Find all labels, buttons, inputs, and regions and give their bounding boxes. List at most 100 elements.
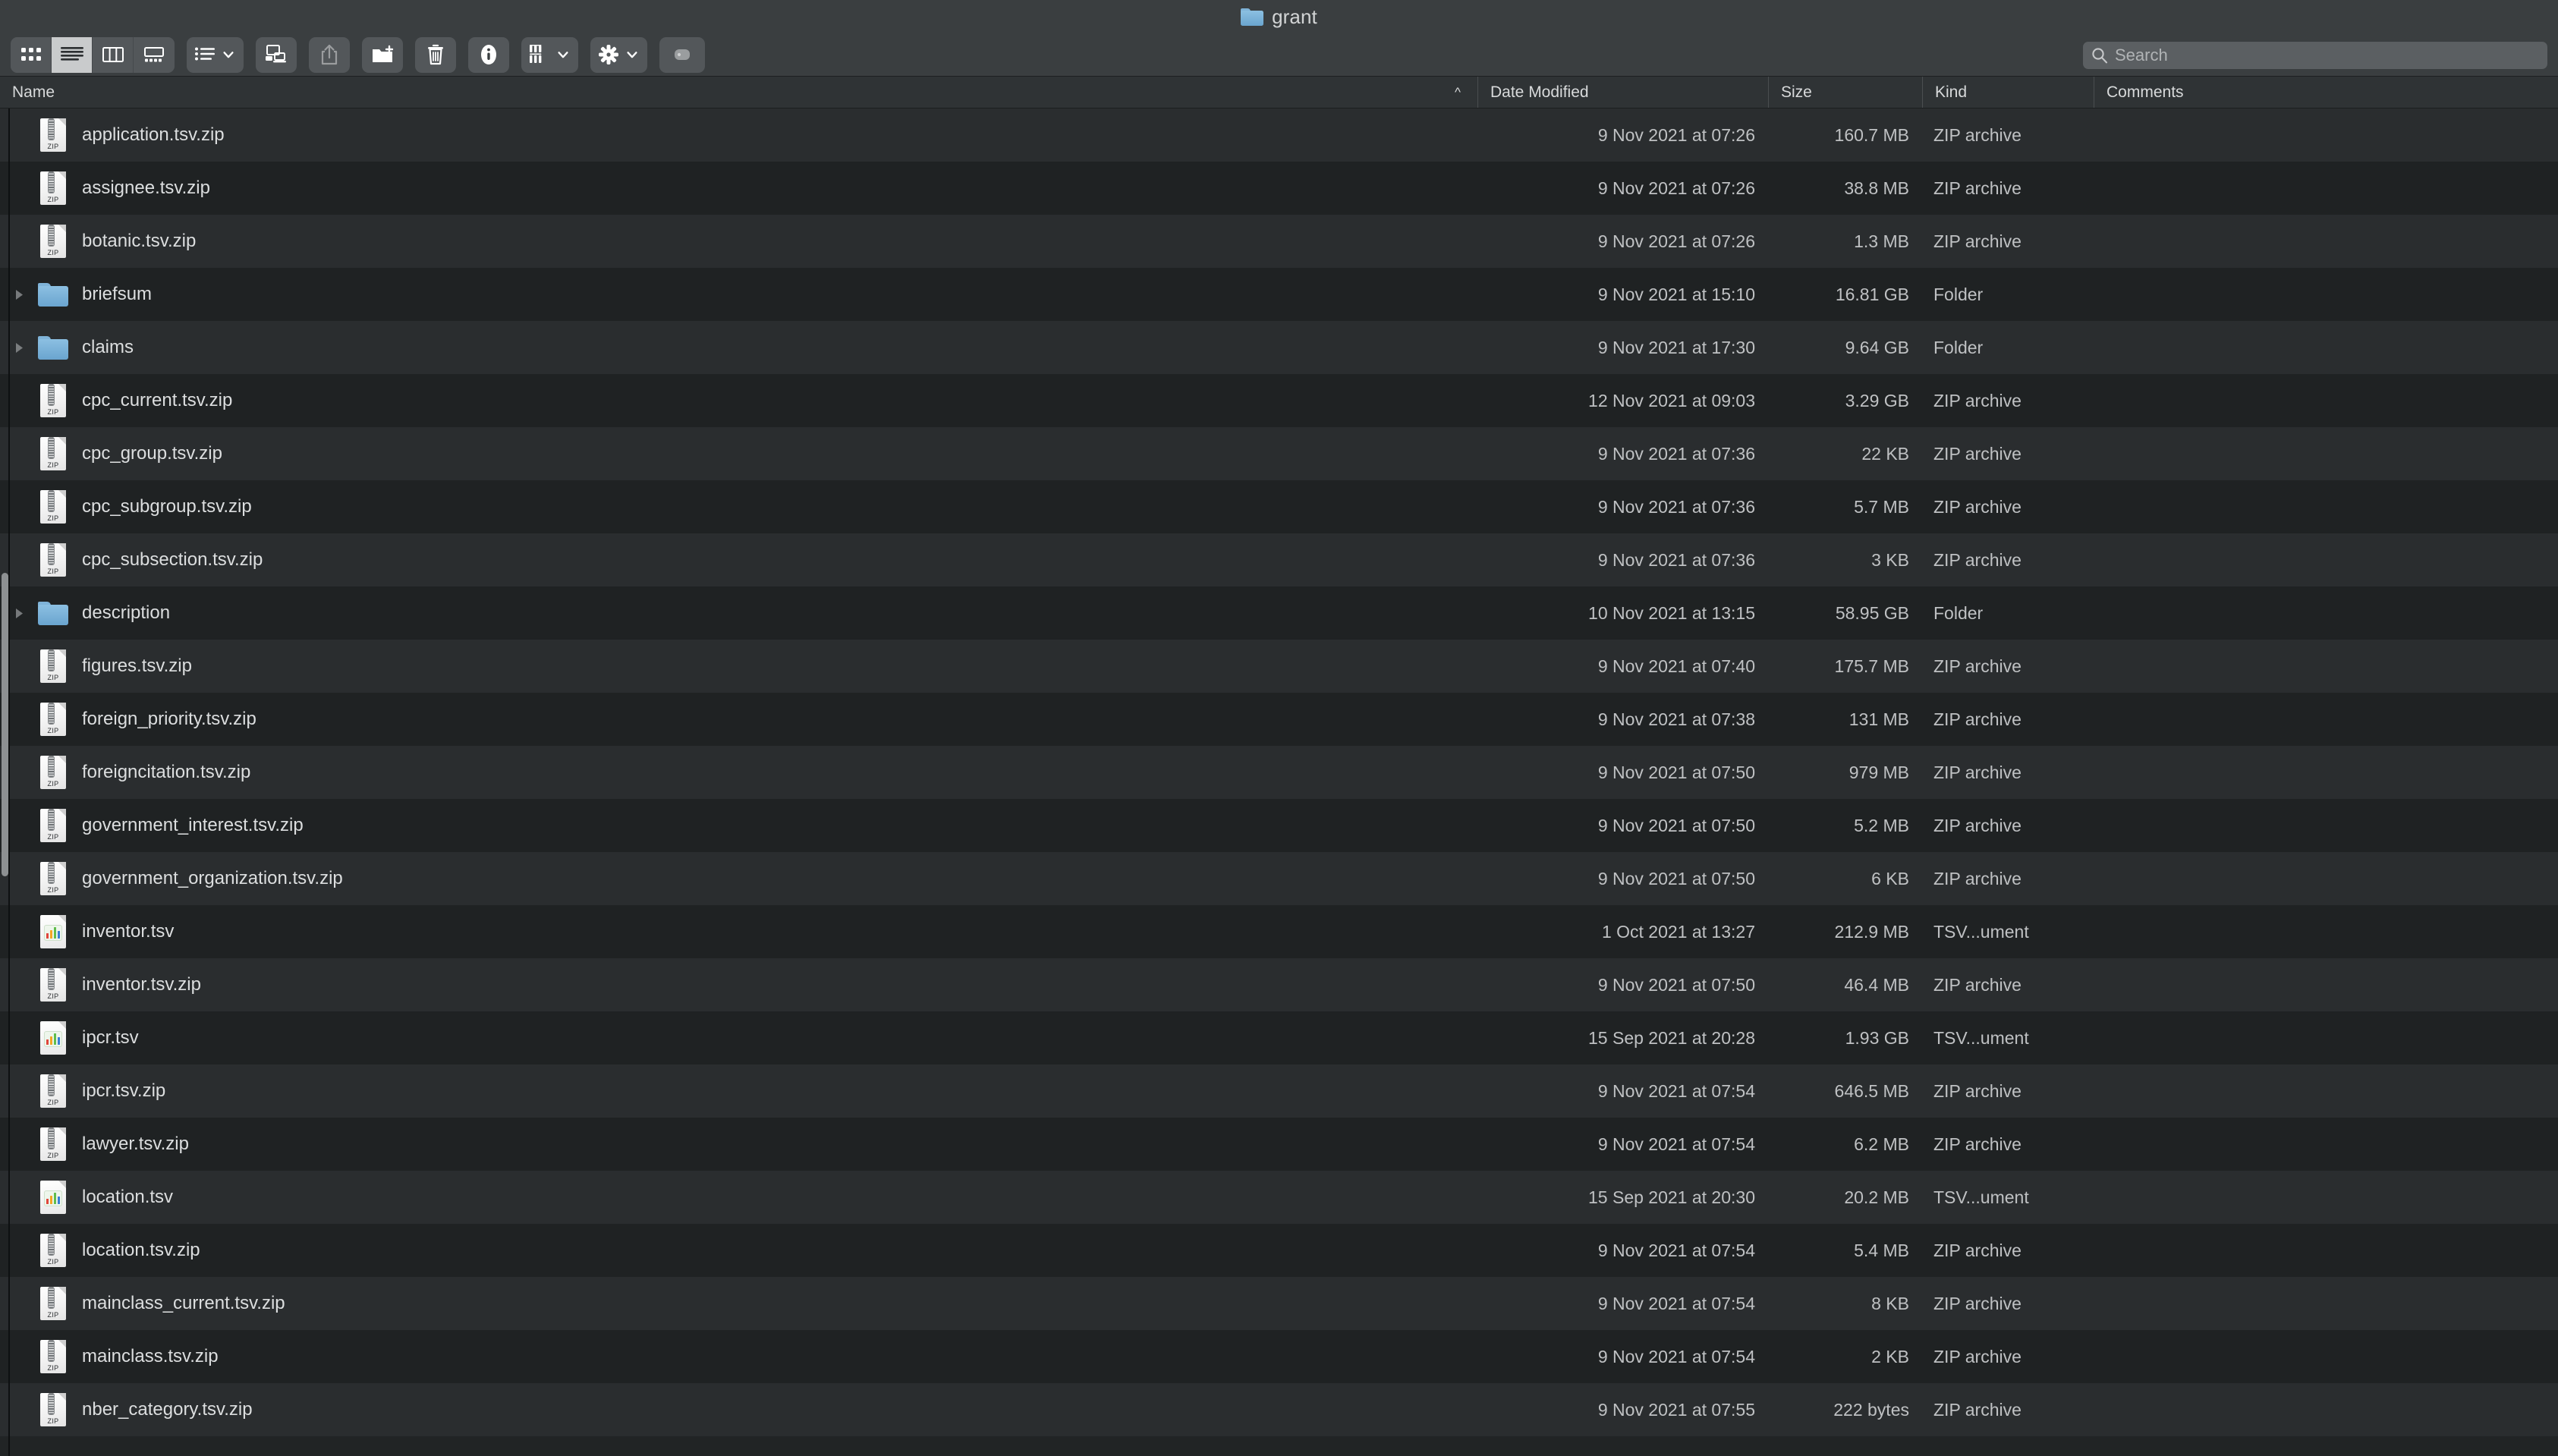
- kind-label: Folder: [1933, 602, 1984, 623]
- table-row[interactable]: ZIP foreigncitation.tsv.zip 9 Nov 2021 at …: [0, 746, 2558, 799]
- file-name-cell[interactable]: ZIP location.tsv.zip: [0, 1224, 1478, 1277]
- table-row[interactable]: ZIP cpc_current.tsv.zip 12 Nov 2021 at 09:…: [0, 374, 2558, 427]
- table-row[interactable]: ZIP cpc_subgroup.tsv.zip 9 Nov 2021 at 07:…: [0, 480, 2558, 533]
- column-header-name[interactable]: Name ^: [0, 77, 1478, 108]
- table-row[interactable]: claims 9 Nov 2021 at 17:30 9.64 GB Folder: [0, 321, 2558, 374]
- file-name-cell[interactable]: ZIP cpc_subgroup.tsv.zip: [0, 480, 1478, 533]
- airdrop-button[interactable]: [256, 36, 297, 73]
- date-modified-label: 9 Nov 2021 at 07:54: [1597, 1346, 1755, 1366]
- table-row[interactable]: ZIP assignee.tsv.zip 9 Nov 2021 at 07:26 38…: [0, 162, 2558, 215]
- search-field[interactable]: [2083, 42, 2547, 69]
- table-row[interactable]: briefsum 9 Nov 2021 at 15:10 16.81 GB Folde…: [0, 268, 2558, 321]
- file-name-cell[interactable]: inventor.tsv: [0, 905, 1478, 958]
- table-row[interactable]: ZIP nber_category.tsv.zip 9 Nov 2021 at 07…: [0, 1383, 2558, 1436]
- file-name-cell[interactable]: ZIP ipcr.tsv.zip: [0, 1064, 1478, 1118]
- file-icon: ZIP: [32, 1074, 74, 1108]
- table-row[interactable]: ZIP lawyer.tsv.zip 9 Nov 2021 at 07:54 6.2 …: [0, 1118, 2558, 1171]
- file-name-cell[interactable]: ZIP inventor.tsv.zip: [0, 958, 1478, 1011]
- icon-view-button[interactable]: [11, 36, 52, 73]
- file-icon: ZIP: [32, 437, 74, 470]
- table-row[interactable]: ZIP ipcr.tsv.zip 9 Nov 2021 at 07:54 646.5 …: [0, 1064, 2558, 1118]
- size-cell: 20.2 MB: [1769, 1171, 1923, 1224]
- file-name-cell[interactable]: ZIP foreigncitation.tsv.zip: [0, 746, 1478, 799]
- arrange-button[interactable]: [521, 36, 578, 73]
- file-name-cell[interactable]: ZIP nber_category.tsv.zip: [0, 1383, 1478, 1436]
- disclosure-triangle[interactable]: [6, 586, 32, 640]
- column-header-kind[interactable]: Kind: [1923, 77, 2094, 108]
- disclosure-triangle[interactable]: [6, 268, 32, 321]
- file-name-cell[interactable]: ZIP mainclass.tsv.zip: [0, 1330, 1478, 1383]
- file-name-cell[interactable]: ZIP cpc_group.tsv.zip: [0, 427, 1478, 480]
- get-info-button[interactable]: [468, 36, 509, 73]
- file-name-cell[interactable]: ipcr.tsv: [0, 1011, 1478, 1064]
- list-view-button[interactable]: [52, 36, 93, 73]
- table-row[interactable]: ZIP government_organization.tsv.zip 9 Nov …: [0, 852, 2558, 905]
- zip-archive-icon: ZIP: [40, 809, 66, 842]
- file-icon: ZIP: [32, 703, 74, 736]
- table-row[interactable]: ZIP government_interest.tsv.zip 9 Nov 2021…: [0, 799, 2558, 852]
- search-input[interactable]: [2115, 46, 2539, 65]
- disclosure-triangle: [6, 108, 32, 162]
- file-name-cell[interactable]: ZIP application.tsv.zip: [0, 108, 1478, 162]
- table-row[interactable]: ZIP botanic.tsv.zip 9 Nov 2021 at 07:26 1.3…: [0, 215, 2558, 268]
- tags-button[interactable]: [659, 36, 705, 73]
- table-row[interactable]: ipcr.tsv 15 Sep 2021 at 20:28 1.93 GB TSV..…: [0, 1011, 2558, 1064]
- file-name-cell[interactable]: ZIP cpc_current.tsv.zip: [0, 374, 1478, 427]
- kind-cell: ZIP archive: [1923, 427, 2094, 480]
- file-name-cell[interactable]: claims: [0, 321, 1478, 374]
- size-cell: 979 MB: [1769, 746, 1923, 799]
- file-name-cell[interactable]: ZIP assignee.tsv.zip: [0, 162, 1478, 215]
- view-mode-segmented-control[interactable]: [11, 36, 175, 73]
- size-cell: 38.8 MB: [1769, 162, 1923, 215]
- table-row[interactable]: ZIP cpc_subsection.tsv.zip 9 Nov 2021 at 0…: [0, 533, 2558, 586]
- file-name-cell[interactable]: ZIP mainclass_current.tsv.zip: [0, 1277, 1478, 1330]
- file-name-cell[interactable]: briefsum: [0, 268, 1478, 321]
- table-row[interactable]: inventor.tsv 1 Oct 2021 at 13:27 212.9 MB T…: [0, 905, 2558, 958]
- delete-button[interactable]: [415, 36, 456, 73]
- table-row[interactable]: location.tsv 15 Sep 2021 at 20:30 20.2 MB T…: [0, 1171, 2558, 1224]
- table-row[interactable]: ZIP cpc_group.tsv.zip 9 Nov 2021 at 07:36 2…: [0, 427, 2558, 480]
- file-name-cell[interactable]: ZIP lawyer.tsv.zip: [0, 1118, 1478, 1171]
- new-folder-button[interactable]: [362, 36, 403, 73]
- kind-cell: ZIP archive: [1923, 1383, 2094, 1436]
- size-label: 8 KB: [1871, 1293, 1909, 1313]
- table-row[interactable]: description 10 Nov 2021 at 13:15 58.95 GB F…: [0, 586, 2558, 640]
- size-cell: 131 MB: [1769, 693, 1923, 746]
- table-row[interactable]: ZIP foreign_priority.tsv.zip 9 Nov 2021 at…: [0, 693, 2558, 746]
- file-name-cell[interactable]: location.tsv: [0, 1171, 1478, 1224]
- table-row[interactable]: ZIP mainclass.tsv.zip 9 Nov 2021 at 07:54 2…: [0, 1330, 2558, 1383]
- table-row[interactable]: ZIP figures.tsv.zip 9 Nov 2021 at 07:40 175…: [0, 640, 2558, 693]
- column-header-date-modified[interactable]: Date Modified: [1478, 77, 1769, 108]
- table-row[interactable]: ZIP inventor.tsv.zip 9 Nov 2021 at 07:50 46…: [0, 958, 2558, 1011]
- gallery-view-button[interactable]: [134, 36, 175, 73]
- file-name-cell[interactable]: ZIP foreign_priority.tsv.zip: [0, 693, 1478, 746]
- kind-cell: ZIP archive: [1923, 215, 2094, 268]
- kind-label: ZIP archive: [1933, 496, 2022, 517]
- size-cell: 58.95 GB: [1769, 586, 1923, 640]
- column-header-size[interactable]: Size: [1769, 77, 1923, 108]
- date-modified-cell: 9 Nov 2021 at 07:50: [1478, 958, 1769, 1011]
- disclosure-triangle[interactable]: [6, 321, 32, 374]
- comments-cell: [2094, 321, 2558, 374]
- column-view-button[interactable]: [93, 36, 134, 73]
- action-button[interactable]: [590, 36, 647, 73]
- file-name-cell[interactable]: ZIP figures.tsv.zip: [0, 640, 1478, 693]
- file-name-cell[interactable]: ZIP cpc_subsection.tsv.zip: [0, 533, 1478, 586]
- table-row[interactable]: ZIP location.tsv.zip 9 Nov 2021 at 07:54 5.…: [0, 1224, 2558, 1277]
- group-by-button[interactable]: [187, 36, 244, 73]
- table-row[interactable]: ZIP mainclass_current.tsv.zip 9 Nov 2021 a…: [0, 1277, 2558, 1330]
- date-modified-cell: 9 Nov 2021 at 07:26: [1478, 215, 1769, 268]
- file-name-cell[interactable]: description: [0, 586, 1478, 640]
- file-name-cell[interactable]: ZIP government_organization.tsv.zip: [0, 852, 1478, 905]
- kind-cell: ZIP archive: [1923, 958, 2094, 1011]
- share-button[interactable]: [309, 36, 350, 73]
- table-row[interactable]: ZIP application.tsv.zip 9 Nov 2021 at 07:2…: [0, 108, 2558, 162]
- zip-archive-icon: ZIP: [40, 703, 66, 736]
- file-name-cell[interactable]: ZIP botanic.tsv.zip: [0, 215, 1478, 268]
- file-name-label: government_interest.tsv.zip: [82, 815, 304, 835]
- file-name-cell[interactable]: ZIP government_interest.tsv.zip: [0, 799, 1478, 852]
- file-list[interactable]: ZIP application.tsv.zip 9 Nov 2021 at 07:2…: [0, 108, 2558, 1456]
- size-cell: 46.4 MB: [1769, 958, 1923, 1011]
- column-header-comments[interactable]: Comments: [2094, 77, 2558, 108]
- file-name-label: cpc_subsection.tsv.zip: [82, 549, 263, 570]
